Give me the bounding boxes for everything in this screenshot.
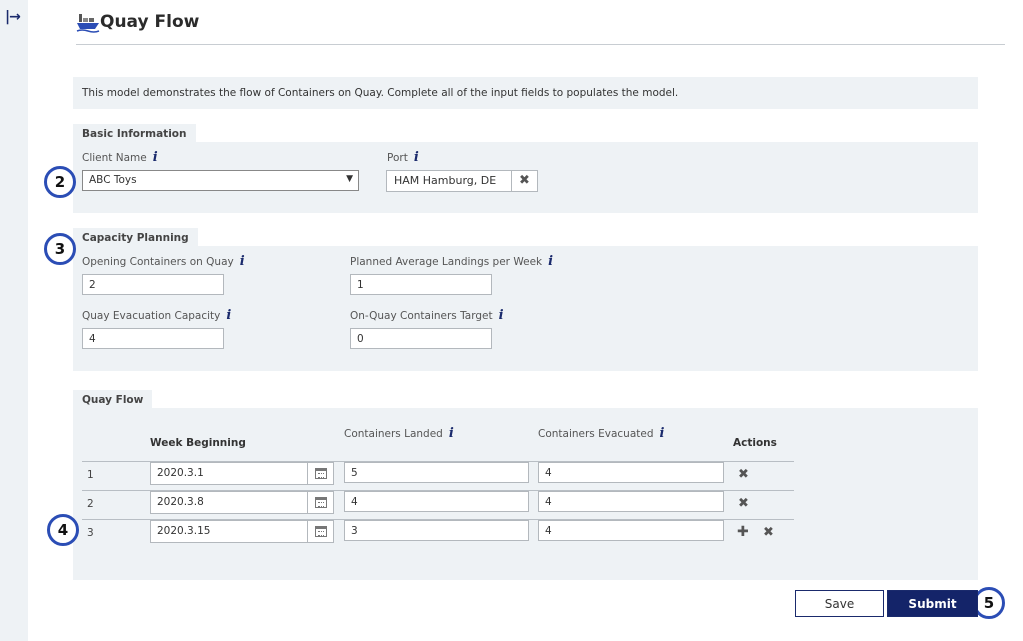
containers-evacuated-header: Containers Evacuated i (538, 426, 665, 441)
submit-button[interactable]: Submit (887, 590, 978, 617)
expand-arrow-icon[interactable]: |→ (5, 9, 21, 25)
calendar-button[interactable] (307, 492, 333, 513)
containers-evacuated-input[interactable] (538, 491, 724, 512)
sidebar: |→ (0, 0, 28, 641)
containers-landed-input[interactable] (344, 491, 529, 512)
delete-row-icon[interactable]: ✖ (738, 496, 749, 511)
port-info-icon[interactable]: i (414, 150, 419, 165)
row-index: 1 (87, 469, 94, 481)
intro-banner: This model demonstrates the flow of Cont… (73, 77, 978, 109)
client-name-label: Client Name i (82, 150, 158, 165)
containers-evacuated-input[interactable] (538, 520, 724, 541)
evacuation-capacity-info-icon[interactable]: i (226, 308, 231, 323)
containers-evacuated-info-icon[interactable]: i (660, 426, 665, 441)
save-button[interactable]: Save (795, 590, 884, 617)
containers-landed-info-icon[interactable]: i (449, 426, 454, 441)
calendar-button[interactable] (307, 463, 333, 484)
date-value: 2020.3.1 (157, 467, 204, 479)
step-marker-2: 2 (44, 166, 76, 198)
client-name-select[interactable]: ABC Toys ▼ (82, 170, 359, 191)
containers-target-label: On-Quay Containers Target i (350, 308, 504, 323)
ship-logo-icon (76, 14, 100, 33)
calendar-icon (314, 526, 327, 537)
date-value: 2020.3.8 (157, 496, 204, 508)
step-marker-3: 3 (44, 233, 76, 265)
planned-landings-info-icon[interactable]: i (548, 254, 553, 269)
week-beginning-header: Week Beginning (150, 437, 246, 449)
step-marker-4: 4 (47, 514, 79, 546)
row-index: 2 (87, 498, 94, 510)
port-label: Port i (387, 150, 419, 165)
quay-flow-tab: Quay Flow (73, 390, 153, 409)
planned-landings-input[interactable] (350, 274, 492, 295)
containers-landed-input[interactable] (344, 520, 529, 541)
planned-landings-label: Planned Average Landings per Week i (350, 254, 554, 269)
containers-target-info-icon[interactable]: i (499, 308, 504, 323)
capacity-planning-tab: Capacity Planning (73, 228, 198, 247)
delete-row-icon[interactable]: ✖ (763, 525, 774, 540)
containers-evacuated-input[interactable] (538, 462, 724, 483)
opening-containers-input[interactable] (82, 274, 224, 295)
containers-landed-header: Containers Landed i (344, 426, 454, 441)
delete-row-icon[interactable]: ✖ (738, 467, 749, 482)
client-name-info-icon[interactable]: i (153, 150, 158, 165)
basic-information-tab: Basic Information (73, 124, 196, 143)
evacuation-capacity-input[interactable] (82, 328, 224, 349)
calendar-button[interactable] (307, 521, 333, 542)
week-beginning-date-input[interactable]: 2020.3.1 (150, 462, 334, 485)
opening-containers-label: Opening Containers on Quay i (82, 254, 245, 269)
row-index: 3 (87, 527, 94, 539)
opening-containers-info-icon[interactable]: i (240, 254, 245, 269)
port-remove-button[interactable]: ✖ (511, 170, 538, 192)
add-row-icon[interactable]: ✚ (737, 524, 749, 540)
page-title: Quay Flow (100, 12, 200, 32)
actions-header: Actions (733, 437, 777, 449)
date-value: 2020.3.15 (157, 525, 211, 537)
calendar-icon (314, 497, 327, 508)
page-header: Quay Flow (76, 10, 1005, 45)
chevron-down-icon: ▼ (346, 174, 353, 184)
port-chip: HAM Hamburg, DE (386, 170, 512, 192)
week-beginning-date-input[interactable]: 2020.3.15 (150, 520, 334, 543)
evacuation-capacity-label: Quay Evacuation Capacity i (82, 308, 232, 323)
intro-text: This model demonstrates the flow of Cont… (82, 87, 679, 99)
containers-landed-input[interactable] (344, 462, 529, 483)
week-beginning-date-input[interactable]: 2020.3.8 (150, 491, 334, 514)
calendar-icon (314, 468, 327, 479)
close-icon: ✖ (519, 173, 530, 188)
containers-target-input[interactable] (350, 328, 492, 349)
